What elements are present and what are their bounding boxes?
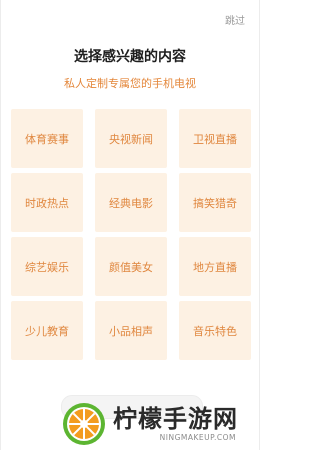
category-tile-sports[interactable]: 体育赛事 [11,109,83,168]
category-tile-variety-entertainment[interactable]: 综艺娱乐 [11,237,83,296]
page-subtitle: 私人定制专属您的手机电视 [64,77,196,90]
category-grid: 体育赛事 央视新闻 卫视直播 时政热点 经典电影 搞笑猎奇 综艺娱乐 颜值美女 … [11,109,251,360]
category-tile-sketch-comedy[interactable]: 小品相声 [95,301,167,360]
category-tile-cctv-news[interactable]: 央视新闻 [95,109,167,168]
page-title: 选择感兴趣的内容 [74,49,186,65]
lemon-logo-icon [63,403,105,445]
interest-selection-screen: 跳过 选择感兴趣的内容 私人定制专属您的手机电视 体育赛事 央视新闻 卫视直播 … [0,0,260,450]
category-tile-funny-curiosities[interactable]: 搞笑猎奇 [179,173,251,232]
watermark-brand: 柠檬手游网 [113,405,238,433]
category-tile-satellite-tv[interactable]: 卫视直播 [179,109,251,168]
watermark-url: NINGMAKEUP.COM [159,433,236,442]
category-tile-classic-movies[interactable]: 经典电影 [95,173,167,232]
category-tile-beauty[interactable]: 颜值美女 [95,237,167,296]
site-watermark: 柠檬手游网 NINGMAKEUP.COM [61,398,261,450]
category-tile-local-live[interactable]: 地方直播 [179,237,251,296]
category-tile-current-affairs[interactable]: 时政热点 [11,173,83,232]
category-tile-kids-education[interactable]: 少儿教育 [11,301,83,360]
skip-button[interactable]: 跳过 [225,12,245,27]
category-tile-music[interactable]: 音乐特色 [179,301,251,360]
